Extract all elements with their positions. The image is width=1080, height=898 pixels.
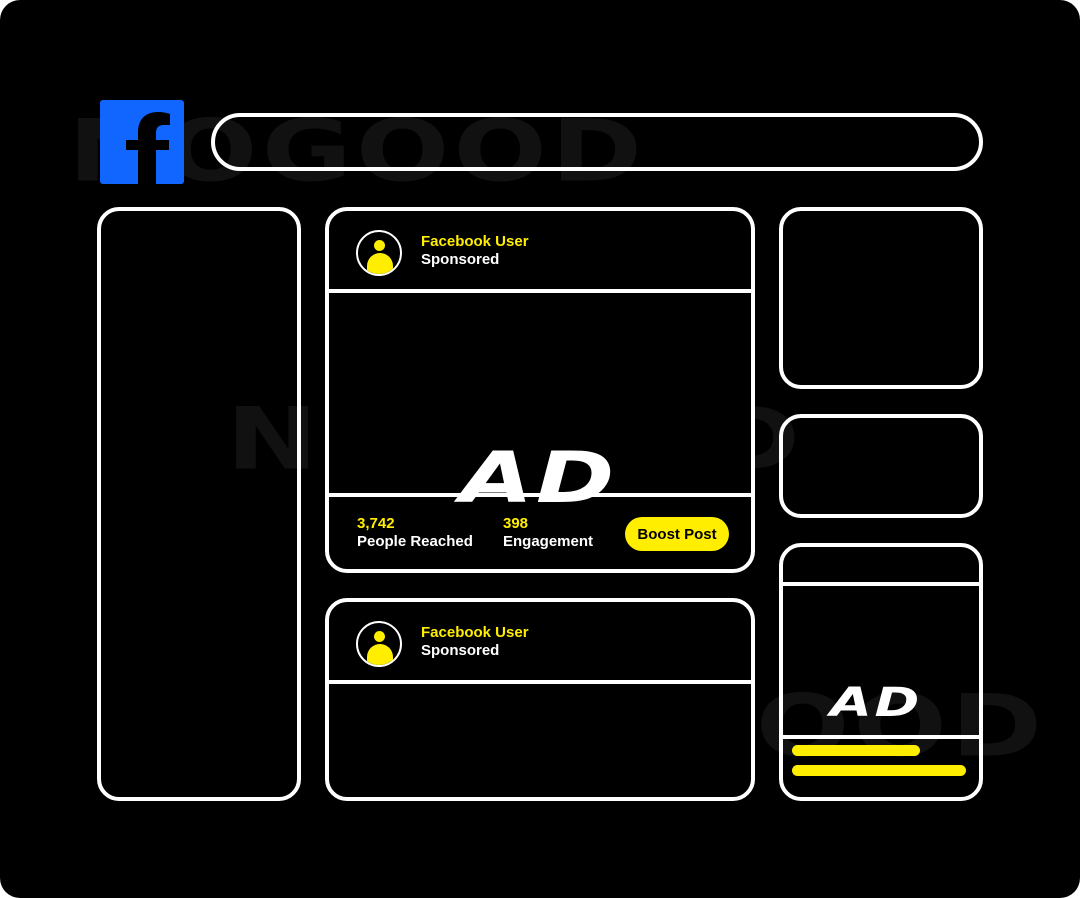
avatar-body-icon bbox=[367, 644, 393, 665]
post-username[interactable]: Facebook User bbox=[421, 624, 529, 641]
app-frame: NOGOOD NOGOOD NOGOOD Facebook User Spons… bbox=[0, 0, 1080, 898]
people-reached-value: 3,742 bbox=[357, 515, 395, 532]
sponsored-label: Sponsored bbox=[421, 642, 500, 659]
ad-label: AD bbox=[830, 680, 923, 726]
sponsored-post: Facebook User Sponsored bbox=[325, 598, 755, 801]
post-header: Facebook User Sponsored bbox=[329, 211, 751, 293]
sponsored-post: Facebook User Sponsored AD 3,742 People … bbox=[325, 207, 755, 573]
avatar[interactable] bbox=[356, 621, 402, 667]
ad-card-media: AD bbox=[783, 586, 979, 739]
avatar-body-icon bbox=[367, 253, 393, 274]
ad-text-line bbox=[792, 745, 920, 756]
avatar-head-icon bbox=[374, 240, 385, 251]
ad-card-header bbox=[783, 547, 979, 586]
right-widget bbox=[779, 414, 983, 518]
ad-text-line bbox=[792, 765, 966, 776]
right-widget bbox=[779, 207, 983, 389]
facebook-f-icon bbox=[126, 112, 170, 184]
right-ad-card[interactable]: AD bbox=[779, 543, 983, 801]
post-media[interactable]: AD bbox=[329, 293, 751, 513]
search-bar[interactable] bbox=[211, 113, 983, 171]
boost-post-button[interactable]: Boost Post bbox=[625, 517, 729, 551]
people-reached-label: People Reached bbox=[357, 533, 473, 550]
post-username[interactable]: Facebook User bbox=[421, 233, 529, 250]
avatar-head-icon bbox=[374, 631, 385, 642]
left-sidebar bbox=[97, 207, 301, 801]
facebook-logo[interactable] bbox=[100, 100, 184, 184]
post-header: Facebook User Sponsored bbox=[329, 602, 751, 684]
engagement-value: 398 bbox=[503, 515, 529, 532]
engagement-label: Engagement bbox=[503, 533, 594, 550]
post-stats: 3,742 People Reached 398 Engagement Boos… bbox=[329, 497, 751, 569]
avatar[interactable] bbox=[356, 230, 402, 276]
sponsored-label: Sponsored bbox=[421, 251, 500, 268]
